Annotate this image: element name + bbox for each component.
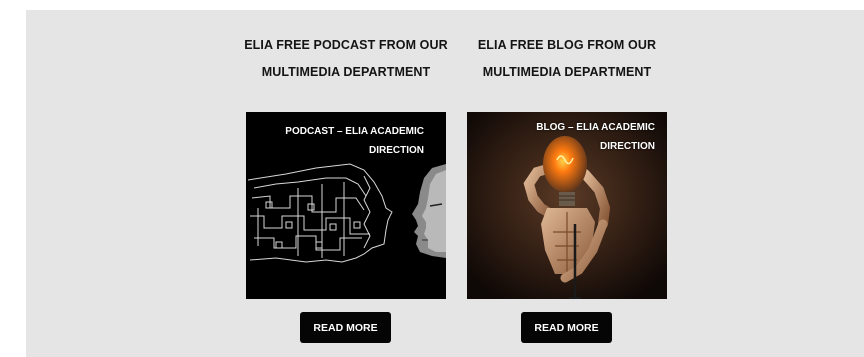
blog-thumbnail[interactable]: BLOG – ELIA ACADEMIC DIRECTION xyxy=(467,112,667,299)
podcast-card-title: ELIA FREE PODCAST FROM OUR MULTIMEDIA DE… xyxy=(244,38,448,79)
podcast-image-caption: PODCAST – ELIA ACADEMIC DIRECTION xyxy=(285,126,424,156)
multimedia-panel: ELIA FREE PODCAST FROM OUR MULTIMEDIA DE… xyxy=(26,10,864,357)
blog-read-more-button[interactable]: READ MORE xyxy=(521,312,612,343)
blog-image-caption: BLOG – ELIA ACADEMIC DIRECTION xyxy=(536,122,655,152)
podcast-thumbnail[interactable]: PODCAST – ELIA ACADEMIC DIRECTION xyxy=(246,112,446,299)
blog-card-title: ELIA FREE BLOG FROM OUR MULTIMEDIA DEPAR… xyxy=(477,38,657,79)
podcast-read-more-button[interactable]: READ MORE xyxy=(300,312,391,343)
